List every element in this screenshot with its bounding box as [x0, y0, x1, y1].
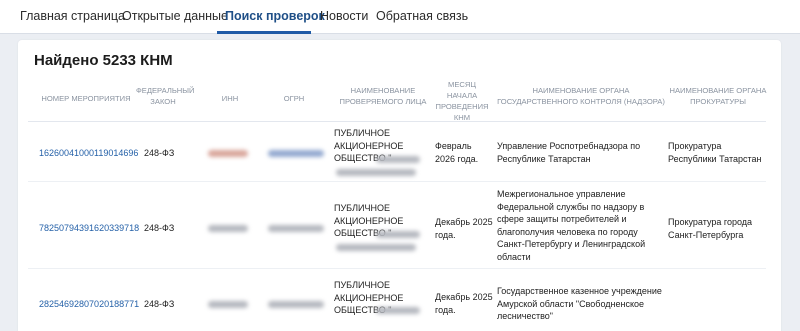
- start-month: Декабрь 2025 года.: [435, 217, 493, 240]
- top-nav: Главная страница Открытые данные Поиск п…: [0, 0, 800, 34]
- redacted-inn: [208, 225, 248, 232]
- redacted-entity-name: [336, 169, 416, 176]
- nav-home[interactable]: Главная страница: [20, 9, 125, 23]
- redacted-entity-name: [376, 307, 420, 314]
- prosecutor-office: Прокуратура Республики Татарстан: [668, 141, 762, 164]
- nav-feedback[interactable]: Обратная связь: [376, 9, 468, 23]
- col-header-ogrn: ОГРН: [283, 94, 305, 103]
- nav-active-indicator: [217, 31, 311, 34]
- supervisory-authority: Управление Роспотребнадзора по Республик…: [497, 141, 641, 164]
- redacted-entity-name: [376, 231, 420, 238]
- nav-open-data[interactable]: Открытые данные: [122, 9, 228, 23]
- col-header-inn: ИНН: [221, 94, 239, 103]
- redacted-inn: [208, 301, 248, 308]
- redacted-ogrn: [268, 301, 324, 308]
- row-divider: [28, 268, 766, 269]
- row-divider: [28, 181, 766, 182]
- redacted-ogrn: [268, 225, 324, 232]
- col-header-authority: НАИМЕНОВАНИЕ ОРГАНА ГОСУДАРСТВЕННОГО КОН…: [497, 86, 665, 106]
- redacted-inn: [208, 150, 248, 157]
- redacted-entity-name: [376, 156, 420, 163]
- redacted-ogrn: [268, 150, 324, 157]
- supervisory-authority: Государственное казенное учреждение Амур…: [497, 286, 662, 321]
- inspection-number-link[interactable]: 16260041000119014696: [39, 147, 138, 160]
- redacted-entity-name: [336, 244, 416, 251]
- federal-law: 248-ФЗ: [144, 223, 175, 233]
- col-header-entity: НАИМЕНОВАНИЕ ПРОВЕРЯЕМОГО ЛИЦА: [339, 86, 427, 106]
- federal-law: 248-ФЗ: [144, 299, 175, 309]
- inspection-number-link[interactable]: 28254692807020188771: [39, 298, 139, 311]
- federal-law: 248-ФЗ: [144, 148, 175, 158]
- prosecutor-office: Прокуратура города Санкт-Петербурга: [668, 217, 753, 240]
- results-card: Найдено 5233 КНМ НОМЕР МЕРОПРИЯТИЯ ФЕДЕР…: [18, 40, 781, 331]
- col-header-prosecutor: НАИМЕНОВАНИЕ ОРГАНА ПРОКУРАТУРЫ: [669, 86, 767, 106]
- inspection-number-link[interactable]: 78250794391620339718: [39, 222, 139, 235]
- col-header-law: ФЕДЕРАЛЬНЫЙ ЗАКОН: [136, 86, 195, 106]
- col-header-number: НОМЕР МЕРОПРИЯТИЯ: [41, 94, 131, 103]
- col-header-month: МЕСЯЦ НАЧАЛА ПРОВЕДЕНИЯ КНМ: [435, 80, 489, 122]
- supervisory-authority: Межрегиональное управление Федеральной с…: [497, 189, 646, 262]
- start-month: Декабрь 2025 года.: [435, 292, 493, 315]
- nav-inspection-search[interactable]: Поиск проверок: [225, 9, 325, 23]
- results-count-title: Найдено 5233 КНМ: [34, 52, 173, 69]
- nav-news[interactable]: Новости: [320, 9, 368, 23]
- start-month: Февраль 2026 года.: [435, 141, 479, 164]
- table-header-divider: [28, 121, 766, 122]
